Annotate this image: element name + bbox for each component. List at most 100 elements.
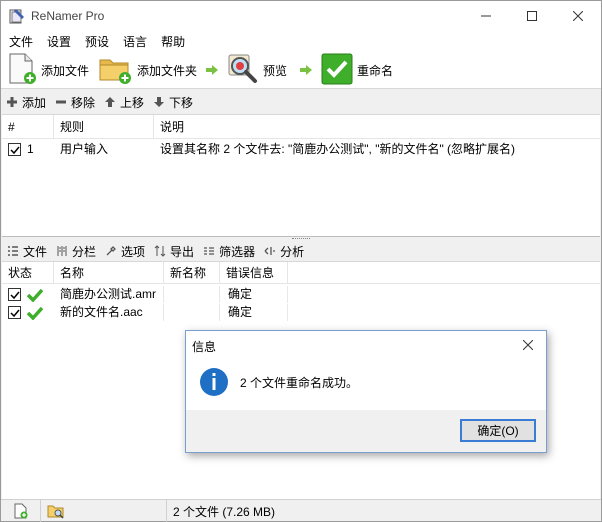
preview-magnifier-icon xyxy=(227,53,259,88)
minimize-button[interactable] xyxy=(463,1,509,31)
renamer-app-icon xyxy=(9,8,25,24)
column-header-rule[interactable]: 规则 xyxy=(54,115,154,139)
move-up-button[interactable]: 上移 xyxy=(105,94,144,111)
folder-search-icon xyxy=(47,505,64,519)
menu-settings[interactable]: 设置 xyxy=(47,33,71,50)
columns-menu-button[interactable]: 分栏 xyxy=(56,243,96,260)
column-header-status[interactable]: 状态 xyxy=(2,262,54,284)
filters-menu-button[interactable]: 筛选器 xyxy=(203,243,255,260)
status-bar: 2 个文件 (7.26 MB) xyxy=(1,499,601,522)
checkmark-icon xyxy=(10,291,20,300)
columns-icon xyxy=(57,246,67,256)
arrow-right-icon xyxy=(205,63,219,77)
menu-language[interactable]: 语言 xyxy=(123,33,147,50)
close-icon xyxy=(523,340,533,350)
checkmark-icon xyxy=(10,146,20,155)
window-title: ReNamer Pro xyxy=(31,9,105,23)
file-count-text: 2 个文件 (7.26 MB) xyxy=(173,504,276,519)
rule-checkbox[interactable] xyxy=(8,140,21,158)
file-error: 确定 xyxy=(220,286,288,303)
add-file-icon xyxy=(7,53,37,88)
columns-menu-label: 分栏 xyxy=(72,244,97,259)
menu-help[interactable]: 帮助 xyxy=(161,33,185,50)
files-menu-button[interactable]: 文件 xyxy=(7,243,47,260)
analyze-menu-label: 分析 xyxy=(280,244,305,259)
dialog-message: 2 个文件重命名成功。 xyxy=(240,376,359,390)
checkbox[interactable] xyxy=(8,143,21,157)
app-window: ReNamer Pro 文件 设置 预设 语言 帮助 添加文件 添加文件夹 预览… xyxy=(0,0,602,522)
maximize-button[interactable] xyxy=(509,1,555,31)
files-list-icon xyxy=(8,246,18,256)
add-rule-label: 添加 xyxy=(22,95,47,110)
analyze-icon xyxy=(264,247,276,255)
rules-table[interactable]: # 规则 说明 1 用户输入 设置其名称 2 个文件去: "简鹿办公测试", "… xyxy=(2,114,600,237)
plus-icon xyxy=(7,97,17,107)
minus-icon xyxy=(56,100,67,104)
rules-table-header: # 规则 说明 xyxy=(2,115,600,139)
preview-label: 预览 xyxy=(263,63,288,78)
title-bar[interactable]: ReNamer Pro xyxy=(1,1,601,31)
export-menu-label: 导出 xyxy=(170,244,195,259)
column-header-index[interactable]: # xyxy=(2,115,54,139)
file-status xyxy=(2,304,54,321)
menu-file[interactable]: 文件 xyxy=(9,33,33,50)
dialog-close-button[interactable] xyxy=(516,335,540,355)
options-menu-button[interactable]: 选项 xyxy=(105,243,145,260)
export-icon xyxy=(154,245,166,257)
add-folders-label: 添加文件夹 xyxy=(137,63,198,78)
move-up-label: 上移 xyxy=(120,95,145,110)
file-name: 简鹿办公测试.amr xyxy=(54,286,164,303)
table-row[interactable]: 1 用户输入 设置其名称 2 个文件去: "简鹿办公测试", "新的文件名" (… xyxy=(2,140,600,158)
add-rule-button[interactable]: 添加 xyxy=(7,94,46,111)
main-toolbar: 添加文件 添加文件夹 预览 重命名 xyxy=(1,51,601,89)
green-check-icon xyxy=(27,306,44,321)
files-toolbar: 文件 分栏 选项 导出 筛选器 分析 xyxy=(1,241,601,261)
ok-button[interactable]: 确定(O) xyxy=(460,419,536,442)
column-header-description[interactable]: 说明 xyxy=(154,115,600,139)
info-dialog: 信息 2 个文件重命名成功。 确定(O) xyxy=(185,330,547,453)
file-error: 确定 xyxy=(220,304,288,321)
column-header-name[interactable]: 名称 xyxy=(54,262,164,284)
preview-button[interactable]: 预览 xyxy=(227,53,287,87)
arrow-up-icon xyxy=(105,97,116,107)
column-header-error[interactable]: 错误信息 xyxy=(220,262,288,284)
green-check-icon xyxy=(27,288,44,303)
remove-rule-label: 移除 xyxy=(71,95,96,110)
menu-presets[interactable]: 预设 xyxy=(85,33,109,50)
rename-check-icon xyxy=(321,53,353,88)
file-new-name xyxy=(164,304,220,321)
status-add-file-button[interactable] xyxy=(1,500,41,522)
options-tools-icon xyxy=(106,246,116,256)
remove-rule-button[interactable]: 移除 xyxy=(56,94,95,111)
splitter-grip[interactable] xyxy=(292,238,310,240)
add-file-icon xyxy=(14,503,27,519)
status-preview-folder-button[interactable] xyxy=(41,500,167,522)
move-down-button[interactable]: 下移 xyxy=(154,94,193,111)
column-header-new-name[interactable]: 新名称 xyxy=(164,262,220,284)
dialog-title: 信息 xyxy=(192,340,217,354)
rule-description: 设置其名称 2 个文件去: "简鹿办公测试", "新的文件名" (忽略扩展名) xyxy=(160,142,516,156)
rename-button[interactable]: 重命名 xyxy=(321,53,393,87)
info-icon xyxy=(199,367,229,397)
add-folders-button[interactable]: 添加文件夹 xyxy=(99,53,197,87)
table-row[interactable]: 简鹿办公测试.amr 确定 xyxy=(2,286,600,303)
analyze-menu-button[interactable]: 分析 xyxy=(264,243,304,260)
arrow-right-icon xyxy=(299,63,313,77)
export-menu-button[interactable]: 导出 xyxy=(154,243,194,260)
status-summary: 2 个文件 (7.26 MB) xyxy=(167,500,601,522)
checkbox[interactable] xyxy=(8,288,21,302)
add-files-button[interactable]: 添加文件 xyxy=(7,53,89,87)
dialog-title-bar[interactable]: 信息 xyxy=(186,331,546,359)
file-name: 新的文件名.aac xyxy=(54,304,164,321)
files-table-header: 状态 名称 新名称 错误信息 xyxy=(2,262,600,284)
filters-menu-label: 筛选器 xyxy=(219,244,256,259)
filter-icon xyxy=(204,247,215,255)
files-menu-label: 文件 xyxy=(23,244,48,259)
table-row[interactable]: 新的文件名.aac 确定 xyxy=(2,304,600,321)
file-status xyxy=(2,286,54,303)
close-button[interactable] xyxy=(555,1,601,31)
menu-bar: 文件 设置 预设 语言 帮助 xyxy=(1,31,601,51)
checkbox[interactable] xyxy=(8,306,21,320)
move-down-label: 下移 xyxy=(169,95,194,110)
arrow-down-icon xyxy=(154,97,165,107)
